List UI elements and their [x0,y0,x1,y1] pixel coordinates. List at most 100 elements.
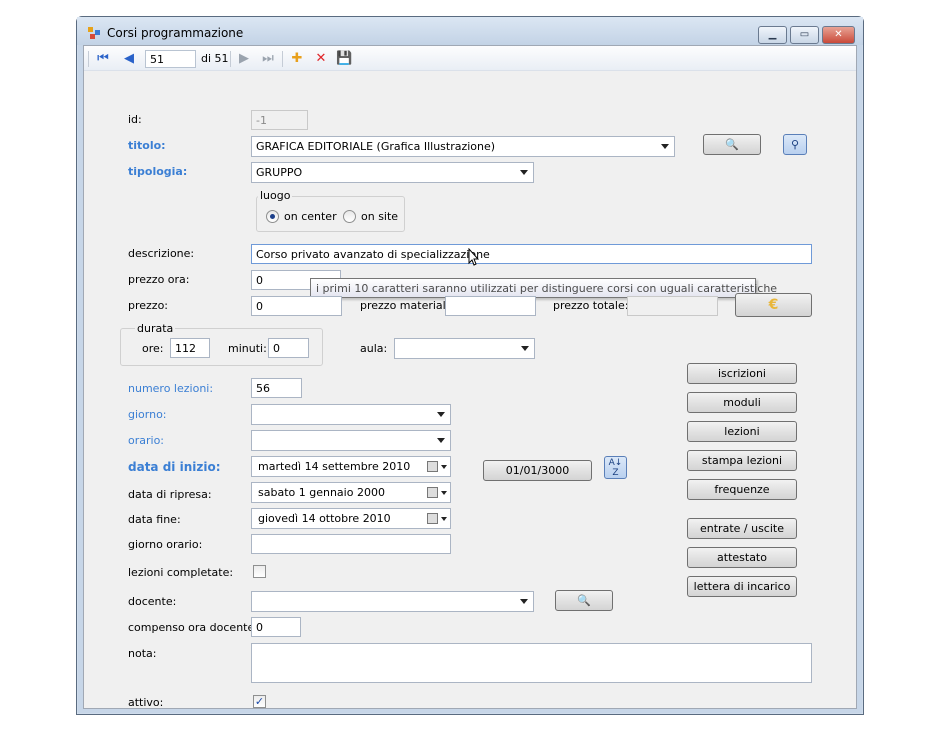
close-icon: ✕ [834,29,843,40]
app-icon [88,27,100,39]
window-title: Corsi programmazione [107,26,244,40]
on-center-radio[interactable] [266,210,279,223]
navigation-toolbar: ⏮ ◀ 51 di 51 ▶ ⏭ ✚ ✕ 💾 [84,46,856,71]
prezzo-ora-label: prezzo ora: [128,273,190,286]
lettera-incarico-button[interactable]: lettera di incarico [687,576,797,597]
minuti-label: minuti: [228,342,267,355]
frequenze-button[interactable]: frequenze [687,479,797,500]
search-titolo-button[interactable]: 🔍 [703,134,761,155]
search-docente-button[interactable]: 🔍 [555,590,613,611]
descrizione-tooltip: i primi 10 caratteri saranno utilizzati … [310,278,777,298]
data-ripresa-value: sabato 1 gennaio 2000 [258,486,385,499]
previous-record-icon[interactable]: ◀ [121,52,137,66]
attivo-checkbox[interactable]: ✓ [253,695,266,708]
compenso-label: compenso ora docente: [128,621,258,634]
data-ripresa-label: data di ripresa: [128,488,212,501]
descrizione-label: descrizione: [128,247,195,260]
aula-combobox[interactable] [394,338,535,359]
giorno-orario-field[interactable] [251,534,451,554]
chevron-down-icon [437,438,445,443]
form-client-area: ⏮ ◀ 51 di 51 ▶ ⏭ ✚ ✕ 💾 id: -1 titolo: GR… [83,45,857,709]
numero-lezioni-label: numero lezioni: [128,382,214,395]
descrizione-field[interactable]: Corso privato avanzato di specializzazio… [251,244,812,264]
nota-label: nota: [128,647,157,660]
checkmark-icon: ✓ [254,695,265,708]
calendar-icon [427,461,438,472]
giorno-label: giorno: [128,408,167,421]
prezzo-totale-field [627,296,718,316]
close-button[interactable]: ✕ [822,26,855,44]
magnifier-icon: 🔍 [725,138,739,151]
entrate-uscite-button[interactable]: entrate / uscite [687,518,797,539]
titolo-combobox[interactable]: GRAFICA EDITORIALE (Grafica Illustrazion… [251,136,675,157]
save-record-icon[interactable]: 💾 [336,52,352,66]
on-center-label[interactable]: on center [284,210,337,223]
chevron-down-icon [661,144,669,149]
maximize-button[interactable]: ▭ [790,26,819,44]
data-fine-datepicker[interactable]: giovedì 14 ottobre 2010 [251,508,451,529]
data-inizio-label: data di inizio: [128,460,221,474]
moduli-button[interactable]: moduli [687,392,797,413]
docente-combobox[interactable] [251,591,534,612]
first-record-icon[interactable]: ⏮ [95,52,111,66]
titolo-label: titolo: [128,139,166,152]
last-record-icon[interactable]: ⏭ [260,52,276,66]
ore-label: ore: [142,342,164,355]
compenso-field[interactable]: 0 [251,617,301,637]
minimize-icon: ▁ [768,29,777,40]
binoculars-icon: ⚲ [790,138,800,151]
date-default-button[interactable]: 01/01/3000 [483,460,592,481]
record-number-input[interactable]: 51 [145,50,196,68]
on-site-radio[interactable] [343,210,356,223]
nota-textarea[interactable] [251,643,812,683]
minimize-button[interactable]: ▁ [758,26,787,44]
magnifier-icon: 🔍 [577,594,591,607]
prezzo-label: prezzo: [128,299,169,312]
record-count-label: di 51 [201,52,229,65]
luogo-group-label: luogo [258,189,293,202]
data-ripresa-datepicker[interactable]: sabato 1 gennaio 2000 [251,482,451,503]
iscrizioni-button[interactable]: iscrizioni [687,363,797,384]
prezzo-field[interactable]: 0 [251,296,342,316]
data-fine-value: giovedì 14 ottobre 2010 [258,512,391,525]
tipologia-label: tipologia: [128,165,188,178]
attivo-label: attivo: [128,696,164,709]
lezioni-completate-label: lezioni completate: [128,566,234,579]
id-field: -1 [251,110,308,130]
durata-group-label: durata [135,322,176,335]
numero-lezioni-field[interactable]: 56 [251,378,302,398]
sort-az-button[interactable]: A↓ Z [604,456,627,479]
calendar-icon [427,513,438,524]
chevron-down-icon [441,491,447,495]
lezioni-button[interactable]: lezioni [687,421,797,442]
prezzo-materiali-field[interactable] [445,296,536,316]
chevron-down-icon [520,170,528,175]
calcola-prezzo-button[interactable]: € [735,293,812,317]
chevron-down-icon [520,599,528,604]
on-site-label[interactable]: on site [361,210,398,223]
minuti-field[interactable]: 0 [268,338,309,358]
euro-icon: € [768,297,779,313]
data-inizio-value: martedì 14 settembre 2010 [258,460,411,473]
binoculars-button[interactable]: ⚲ [783,134,807,155]
giorno-orario-label: giorno orario: [128,538,203,551]
maximize-icon: ▭ [799,29,810,40]
id-label: id: [128,113,142,126]
delete-record-icon[interactable]: ✕ [313,52,329,66]
titolo-value: GRAFICA EDITORIALE (Grafica Illustrazion… [256,140,496,153]
attestato-button[interactable]: attestato [687,547,797,568]
add-record-icon[interactable]: ✚ [289,52,305,66]
app-window: Corsi programmazione ▁ ▭ ✕ ⏮ ◀ 51 di 51 … [76,16,864,715]
chevron-down-icon [441,465,447,469]
aula-label: aula: [360,342,388,355]
giorno-combobox[interactable] [251,404,451,425]
stampa-lezioni-button[interactable]: stampa lezioni [687,450,797,471]
orario-combobox[interactable] [251,430,451,451]
lezioni-completate-checkbox[interactable] [253,565,266,578]
data-inizio-datepicker[interactable]: martedì 14 settembre 2010 [251,456,451,477]
title-bar[interactable]: Corsi programmazione ▁ ▭ ✕ [77,17,863,45]
orario-label: orario: [128,434,165,447]
tipologia-combobox[interactable]: GRUPPO [251,162,534,183]
ore-field[interactable]: 112 [170,338,210,358]
next-record-icon[interactable]: ▶ [236,52,252,66]
